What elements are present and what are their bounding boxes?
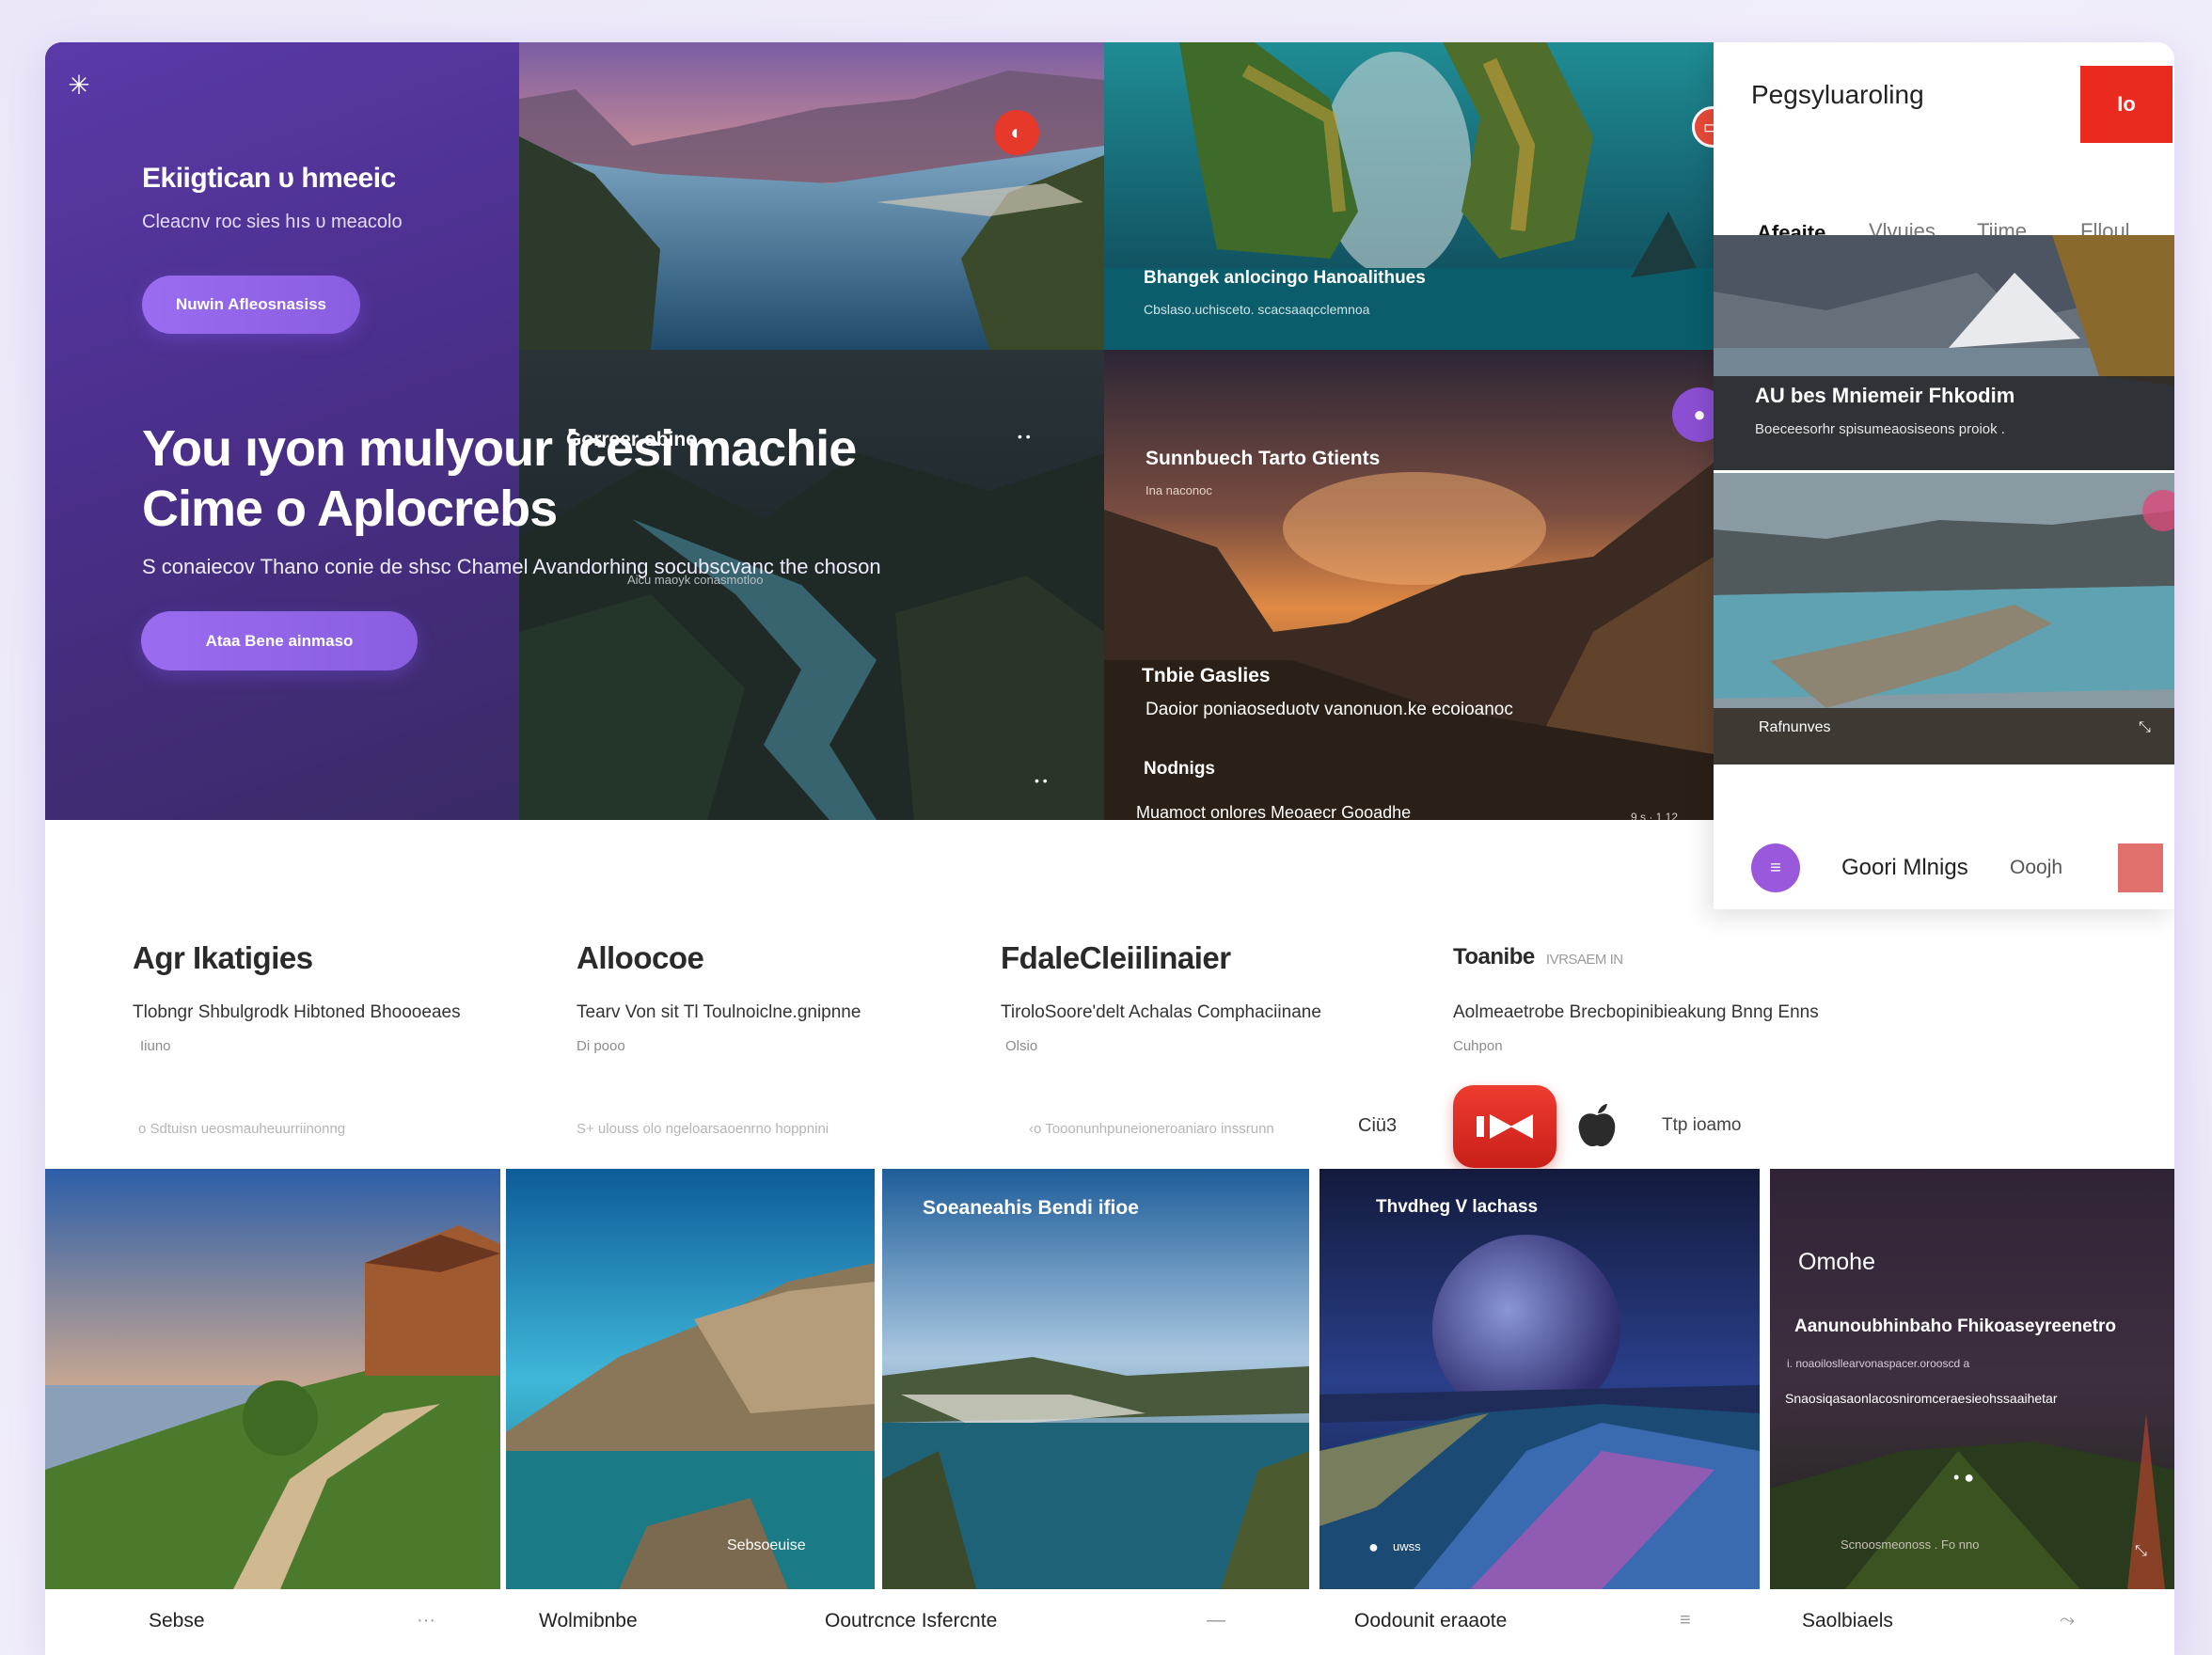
gallery-card-bay[interactable]: Soeaneahis Bendi ifioe <box>882 1169 1309 1589</box>
hero-tile-sunset[interactable]: ● Sunnbuech Tarto Gtients Ina naconoc Tn… <box>1104 350 1714 820</box>
feature-meta: Iiuno <box>140 1038 171 1054</box>
gallery-card5-title: Omohe <box>1798 1249 1875 1275</box>
gallery-caption-row: Sebse ··· Wolmibnbe Ooutrcnce Isfercnte … <box>45 1589 2174 1655</box>
sunset-desc-1: Daoior poniaoseduotv vanonuon.ke ecoioan… <box>1146 700 1513 719</box>
hero-section: ◐ ▭ Bhangek anlocingo Hanoalithues Cbsla… <box>45 42 1714 820</box>
sunset-meta: 9 s · 1 12 <box>1631 811 1679 820</box>
expand-icon[interactable]: ⤡ <box>2135 1543 2147 1560</box>
feature-title-text: Toanibe <box>1453 944 1535 969</box>
gallery-card5-meta: Scnoosmeonoss . Fo nno <box>1841 1537 1980 1552</box>
right-side-panel: Pegsyluaroling Io Afeaite Vlvuies Tiime … <box>1714 42 2174 909</box>
feature-meta: Di pooo <box>577 1038 625 1054</box>
more-icon[interactable]: ··· <box>417 1610 435 1631</box>
gallery-section: Sebsoeuise Soeaneahis Bendi ifioe Thvdhe… <box>45 1169 2174 1589</box>
expand-icon[interactable]: ⤡ <box>2139 719 2151 736</box>
cliff-title: Bhangek anlocingo Hanoalithues <box>1144 268 1426 288</box>
sunset-title: Sunnbuech Tarto Gtients <box>1146 448 1381 469</box>
gallery-card-coast[interactable] <box>45 1169 500 1589</box>
shuffle-icon[interactable]: ⤳ <box>2060 1610 2075 1631</box>
hero-headline-line-2: Cime o Aplocrebs <box>142 481 558 537</box>
video-app-icon[interactable] <box>1453 1085 1556 1168</box>
hero-subheadline: S conaiecov Thano conie de shsc Chamel A… <box>142 555 881 578</box>
feature-line: ‹o Tooonunhpuneioneroaniaro inssrunn <box>1029 1121 1274 1137</box>
feature-title: Agr Ikatigies <box>133 940 313 975</box>
sunset-desc-2: Muamoct onlores Meoaecr Gooadhe <box>1136 803 1412 820</box>
gallery-card-night[interactable]: Omohe Aanunoubhinbaho Fhikoaseyreenetro … <box>1770 1169 2174 1589</box>
hero-primary-button[interactable]: Nuwin Afleosnasiss <box>142 276 360 334</box>
panel-card1-subtitle: Boeceesorhr spisumeaosiseons proiok . <box>1755 421 2005 437</box>
feature-meta: Cuhpon <box>1453 1038 1503 1054</box>
apple-icon[interactable] <box>1575 1102 1619 1149</box>
panel-footer: ≡ Goori Mlnigs Ooojh <box>1714 785 2174 909</box>
sunset-subtitle: Ina naconoc <box>1146 483 1212 497</box>
gallery-card5-subtitle: Aanunoubhinbaho Fhikoaseyreenetro <box>1794 1316 2117 1336</box>
gallery-card5-line-2: Snaosiqasaonlacosniromceraesieohssaaihet… <box>1785 1391 2058 1406</box>
panel-card-mountain[interactable]: AU bes Mniemeir Fhkodim Boeceesorhr spis… <box>1714 235 2174 470</box>
caption-5[interactable]: Saolbiaels <box>1802 1610 1893 1632</box>
valley-dots-icon-2[interactable]: • • <box>1035 773 1048 788</box>
hero-tile-cliff[interactable]: ▭ Bhangek anlocingo Hanoalithues Cbslaso… <box>1104 42 1714 350</box>
gallery-card-planet[interactable]: Thvdheg V lachass ● uwss <box>1319 1169 1760 1589</box>
panel-card1-title: AU bes Mniemeir Fhkodim <box>1755 384 2015 407</box>
feature-desc: TiroloSoore'delt Achalas Comphaciinane <box>1001 1002 1321 1022</box>
hero-headline-line-1: You ıyon mulyour icesi machie <box>142 420 857 477</box>
feature-title: FdaleCleiilinaier <box>1001 940 1231 975</box>
feature-desc: Tearv Von sit Tl Toulnoiclne.gnipnne <box>577 1002 861 1022</box>
feature-title: Alloocoe <box>577 940 704 975</box>
location-pin-icon[interactable]: ● <box>1368 1537 1379 1557</box>
eyes-icon: • ● <box>1953 1468 1975 1487</box>
sparkle-logo-icon[interactable]: ✳ <box>64 71 94 101</box>
panel-tabs: Afeaite Vlvuies Tiime Flloul <box>1714 174 2174 244</box>
feature-title: Toanibe IVRSAEM IN <box>1453 944 1623 970</box>
feature-line: o Sdtuisn ueosmauheuurriinonng <box>138 1121 346 1137</box>
caption-4[interactable]: Oodounit eraaote <box>1354 1610 1507 1632</box>
caption-3[interactable]: Ooutrcnce Isfercnte <box>825 1610 997 1632</box>
gallery-card4-title: Thvdheg V lachass <box>1376 1197 1539 1217</box>
feature-desc: Aolmeaetrobe Brecbopinibieakung Bnng Enn… <box>1453 1002 1819 1022</box>
sunset-section-2: Nodnigs <box>1144 759 1215 779</box>
gallery-card3-title: Soeaneahis Bendi ifioe <box>923 1197 1139 1219</box>
feature-meta: Olsio <box>1005 1038 1038 1054</box>
app-label: Ttp ioamo <box>1662 1115 1742 1135</box>
hero-secondary-button[interactable]: Ataa Bene ainmaso <box>141 611 418 670</box>
panel-card-shore[interactable]: Rafnunves ⤡ <box>1714 473 2174 764</box>
app-frame: ◐ ▭ Bhangek anlocingo Hanoalithues Cbsla… <box>45 42 2174 1655</box>
valley-dots-icon[interactable]: • • <box>1018 429 1031 444</box>
dash-icon[interactable]: — <box>1207 1610 1225 1631</box>
panel-footer-text: Goori Mlnigs <box>1841 855 1968 880</box>
panel-title: Pegsyluaroling <box>1751 80 1924 109</box>
feature-line: S+ ulouss olo ngeloarsaoenrno hoppnini <box>577 1121 830 1137</box>
caption-2[interactable]: Wolmibnbe <box>539 1610 638 1632</box>
caption-1[interactable]: Sebse <box>149 1610 205 1632</box>
hero-headline: You ıyon mulyour icesi machie Cime o Apl… <box>142 418 857 539</box>
panel-action-button[interactable]: Io <box>2080 66 2172 143</box>
hero-kicker: Ekiigtican υ hmeeic <box>142 163 396 194</box>
feature-title-tag: IVRSAEM IN <box>1545 952 1623 968</box>
panel-footer-color-swatch[interactable] <box>2118 843 2163 892</box>
gallery-card4-label: uwss <box>1393 1539 1421 1553</box>
hero-tile-lake[interactable]: ◐ <box>519 42 1104 350</box>
gallery-card5-line-1: i. noaoilosllearvonaspacer.orooscd a <box>1787 1357 1970 1370</box>
gallery-card2-label: Sebsoeuise <box>727 1537 806 1553</box>
gallery-card-cave[interactable]: Sebsoeuise <box>506 1169 875 1589</box>
hero-kicker-sub: Cleacnv roc sies hıs υ meacolo <box>142 212 403 232</box>
menu-icon[interactable]: ≡ <box>1751 843 1800 892</box>
feature-desc: Tlobngr Shbulgrodk Hibtoned Bhoooeaes <box>133 1002 461 1022</box>
list-icon[interactable]: ≡ <box>1680 1610 1691 1631</box>
sunset-section-1: Tnbie Gaslies <box>1142 665 1271 686</box>
feature-line-tag: Ciü3 <box>1358 1115 1398 1136</box>
panel-footer-meta: Ooojh <box>2010 857 2063 878</box>
cliff-subtitle: Cbslaso.uchisceto. scacsaaqcclemnoa <box>1144 302 1370 317</box>
notification-badge[interactable]: ◐ <box>994 110 1039 155</box>
panel-card2-label: Rafnunves <box>1759 719 1831 735</box>
